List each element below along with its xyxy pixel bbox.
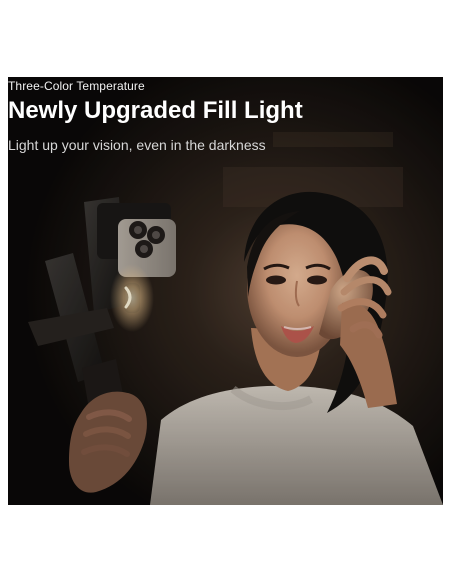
hero-photo: Three-Color Temperature Newly Upgraded F… [8, 77, 443, 505]
headline-text: Newly Upgraded Fill Light [8, 97, 303, 124]
subline-text: Light up your vision, even in the darkne… [8, 137, 266, 153]
eyebrow-text: Three-Color Temperature [8, 79, 145, 93]
